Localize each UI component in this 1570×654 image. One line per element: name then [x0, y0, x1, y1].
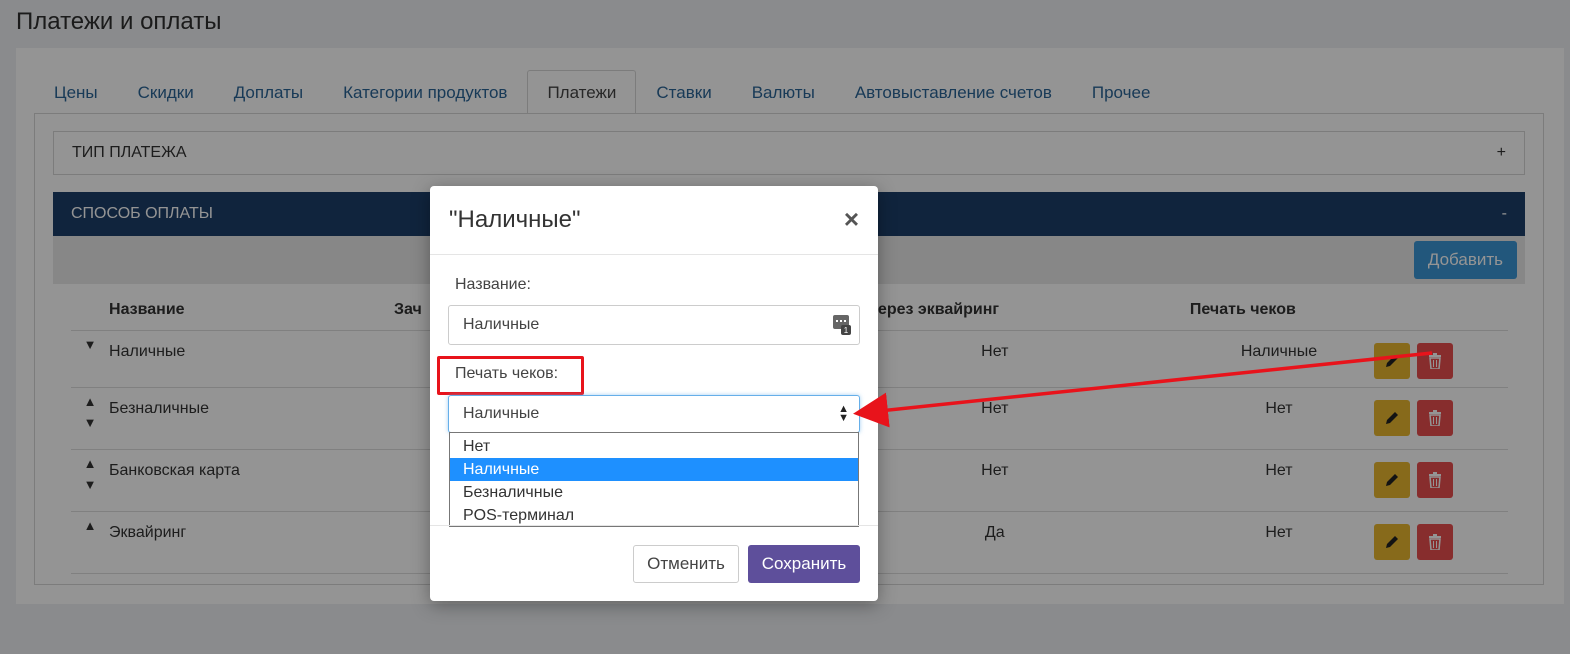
option-none[interactable]: Нет — [450, 435, 858, 458]
receipt-print-options: Нет Наличные Безналичные POS-терминал — [449, 432, 859, 527]
receipt-print-label: Печать чеков: — [455, 365, 559, 382]
sort-caret-icon: ▲ ▼ — [838, 403, 849, 424]
name-label: Название: — [455, 276, 531, 293]
cancel-button[interactable]: Отменить — [633, 545, 739, 583]
input-keyboard-icon[interactable]: 1 — [833, 315, 851, 335]
select-value: Наличные — [463, 405, 540, 422]
modal-header: "Наличные" × — [430, 186, 878, 255]
edit-payment-method-modal: "Наличные" × Название: Наличные 1 Печать… — [430, 186, 878, 601]
modal-footer: Отменить Сохранить — [430, 525, 878, 601]
option-cash[interactable]: Наличные — [450, 458, 858, 481]
close-icon[interactable]: × — [844, 204, 859, 235]
option-pos-terminal[interactable]: POS-терминал — [450, 504, 858, 527]
name-input[interactable]: Наличные 1 — [448, 305, 860, 345]
receipt-print-select[interactable]: Наличные ▲ ▼ — [448, 395, 860, 433]
option-cashless[interactable]: Безналичные — [450, 481, 858, 504]
svg-text:1: 1 — [844, 326, 849, 335]
save-button[interactable]: Сохранить — [748, 545, 860, 583]
modal-title: "Наличные" — [449, 206, 581, 233]
name-input-value: Наличные — [463, 316, 540, 333]
